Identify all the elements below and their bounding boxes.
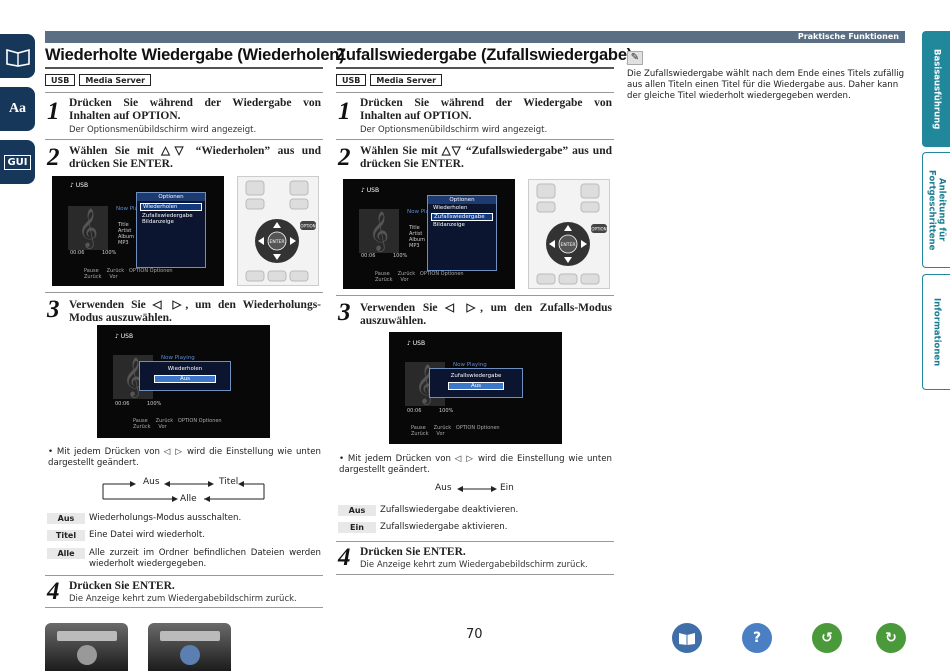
step2-title: Wählen Sie mit △▽ “Zufallswiedergabe” au… [360, 145, 612, 170]
step-number: 1 [338, 98, 351, 125]
tag-usb: USB [45, 74, 76, 86]
shuffle-cycle-diagram: Aus Ein [435, 483, 525, 497]
option-desc-alle: Alle zurzeit im Ordner befindlichen Date… [89, 548, 321, 569]
aa-index-icon: Aa [8, 101, 27, 116]
shuffle-popup: Zufallswiedergabe Aus [429, 368, 523, 398]
repeat-popup: Wiederholen Aus [139, 361, 231, 391]
option-desc-aus: Wiederholungs-Modus ausschalten. [89, 513, 242, 523]
divider [336, 92, 614, 93]
repeat-cycle-diagram: Aus Titel Alle [100, 477, 270, 507]
svg-text:OPTION: OPTION [300, 224, 315, 229]
tab-fortgeschrittene[interactable]: Anleitung für Fortgeschrittene [922, 152, 950, 268]
step3-title: Verwenden Sie ◁ ▷, um den Zufalls-Modus … [360, 302, 612, 327]
step-number: 2 [338, 144, 351, 171]
shuffle-note: • Mit jedem Drücken von ◁ ▷ wird die Ein… [339, 454, 612, 475]
divider [45, 607, 323, 608]
tag-media-server: Media Server [79, 74, 152, 86]
divider [45, 92, 323, 93]
remote-control-illustration: ENTER OPTION [528, 179, 610, 289]
step4-title: Drücken Sie ENTER. [360, 546, 466, 558]
step-number: 4 [47, 578, 60, 605]
step4-sub: Die Anzeige kehrt zum Wiedergabebildschi… [360, 560, 588, 570]
track-meta: Title Artist Album MP3 [118, 222, 135, 246]
step3-title: Verwenden Sie ◁ ▷, um den Wiederholungs-… [69, 299, 321, 324]
tab-gui[interactable]: GUI [0, 140, 35, 184]
shuffle-mode-screenshot: ♪ USB 𝄞 Now Playing 00:06 100% Pause Zur… [389, 332, 562, 444]
option-desc-aus: Zufallswiedergabe deaktivieren. [380, 505, 519, 515]
options-menu-screenshot: ♪ USB 𝄞 Now Playing Title Artist Album MP3 … [52, 176, 224, 286]
gui-icon: GUI [4, 154, 31, 170]
step2-title: Wählen Sie mit △▽ “Wiederholen” aus und … [69, 145, 321, 170]
step-number: 3 [47, 296, 60, 323]
options-panel: Optionen Wiederholen Zufallswiedergabe B… [427, 195, 497, 271]
step-number: 1 [47, 98, 60, 125]
divider [336, 574, 614, 575]
options-menu-screenshot: ♪ USB 𝄞 Now Playing Title Artist Album MP3 … [343, 179, 515, 289]
remote-control-illustration: ENTER OPTION [237, 176, 319, 286]
percent-label: 100% [102, 250, 117, 256]
step1-sub: Der Optionsmenübildschirm wird angezeigt… [69, 125, 257, 135]
book-icon[interactable] [672, 623, 702, 653]
cycle-aus: Aus [143, 477, 160, 487]
forward-icon[interactable]: ↻ [876, 623, 906, 653]
option-label-titel: Titel [47, 530, 85, 541]
music-note-icon: 𝄞 [68, 206, 108, 250]
section-header-bar: Praktische Funktionen [45, 31, 905, 43]
divider [336, 67, 614, 69]
cycle-alle: Alle [180, 494, 197, 504]
shuffle-title: Zufallswiedergabe (Zufallswiedergabe) [336, 46, 633, 64]
book-icon [5, 48, 30, 67]
enter-key-label: ENTER [270, 239, 285, 245]
device-thumbnail-player[interactable] [148, 623, 231, 671]
step-number: 2 [47, 144, 60, 171]
step1-sub: Der Optionsmenübildschirm wird angezeigt… [360, 125, 548, 135]
step1-title: Drücken Sie während der Wiedergabe von I… [69, 97, 321, 122]
cycle-ein: Ein [500, 483, 514, 493]
step-number: 3 [338, 299, 351, 326]
cycle-titel: Titel [219, 477, 239, 487]
time-label: 00:06 [70, 250, 85, 256]
music-note-icon: 𝄞 [359, 209, 399, 253]
option-label-aus: Aus [47, 513, 85, 524]
usb-source-label: ♪ USB [70, 182, 89, 189]
repeat-mode-screenshot: ♪ USB 𝄞 Now Playing 00:06 100% Pause Zur… [97, 325, 270, 438]
divider [336, 541, 614, 542]
control-legend: Pause Zurück OPTION Optionen Zurück Vor [84, 268, 173, 280]
tab-informationen[interactable]: Informationen [922, 274, 950, 390]
svg-text:ENTER: ENTER [561, 242, 576, 248]
tab-contents[interactable] [0, 34, 35, 78]
step-number: 4 [338, 544, 351, 571]
svg-text:OPTION: OPTION [591, 227, 606, 232]
options-panel: Optionen Wiederholen Zufallswiedergabe B… [136, 192, 206, 268]
option-label-ein: Ein [338, 522, 376, 533]
option-desc-titel: Eine Datei wird wiederholt. [89, 530, 205, 540]
tab-basisausfuehrung[interactable]: Basisausführung [922, 31, 950, 147]
divider [336, 295, 614, 296]
option-desc-ein: Zufallswiedergabe aktivieren. [380, 522, 508, 532]
step4-title: Drücken Sie ENTER. [69, 580, 175, 592]
page-number: 70 [466, 627, 483, 642]
tag-media-server: Media Server [370, 74, 443, 86]
device-thumbnail-unit[interactable] [45, 623, 128, 671]
step1-title: Drücken Sie während der Wiedergabe von I… [360, 97, 612, 122]
cycle-aus: Aus [435, 483, 452, 493]
back-icon[interactable]: ↺ [812, 623, 842, 653]
divider [45, 67, 323, 69]
divider [45, 575, 323, 576]
repeat-title: Wiederholte Wiedergabe (Wiederholen) [45, 46, 345, 64]
option-label-aus: Aus [338, 505, 376, 516]
tab-index[interactable]: Aa [0, 87, 35, 131]
divider [45, 292, 323, 293]
divider [336, 139, 614, 140]
info-note: Die Zufallswiedergabe wählt nach dem End… [627, 69, 905, 101]
divider [45, 139, 323, 140]
pencil-note-icon: ✎ [627, 51, 643, 65]
tag-usb: USB [336, 74, 367, 86]
repeat-note: • Mit jedem Drücken von ◁ ▷ wird die Ein… [48, 447, 321, 468]
help-icon[interactable]: ? [742, 623, 772, 653]
option-label-alle: Alle [47, 548, 85, 559]
step4-sub: Die Anzeige kehrt zum Wiedergabebildschi… [69, 594, 297, 604]
